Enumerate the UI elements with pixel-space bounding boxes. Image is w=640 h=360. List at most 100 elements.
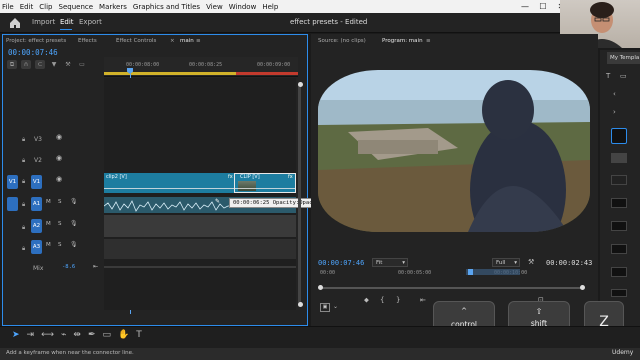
template-thumbnail[interactable] — [611, 175, 627, 185]
menu-view[interactable]: View — [206, 3, 223, 11]
opacity-rubberband[interactable] — [104, 188, 296, 189]
maximize-button[interactable]: ☐ — [534, 0, 552, 13]
zoom-handle-left[interactable] — [318, 285, 323, 290]
pen-tool-icon[interactable]: ✒ — [88, 330, 96, 340]
lock-icon[interactable]: 🔒︎ — [22, 201, 25, 209]
slip-tool-icon[interactable]: ⇹ — [73, 330, 81, 340]
tab-export[interactable]: Export — [79, 18, 102, 26]
track-select-icon[interactable]: ⇥ — [27, 330, 35, 340]
menu-window[interactable]: Window — [229, 3, 257, 11]
scroll-handle-bottom[interactable] — [298, 302, 303, 307]
chevron-down-icon: ▾ — [402, 260, 405, 266]
timeline-scrollbar[interactable] — [298, 82, 301, 307]
tab-project[interactable]: Project: effect presets — [6, 38, 66, 44]
go-to-in-icon[interactable]: ⇤ — [420, 296, 426, 304]
menu-sequence[interactable]: Sequence — [59, 3, 94, 11]
track-target-v1[interactable]: V1 — [31, 175, 42, 189]
mic-icon[interactable]: 🎙︎ — [70, 220, 78, 227]
ripple-edit-icon[interactable]: ⟷ — [41, 330, 54, 340]
menu-clip[interactable]: Clip — [39, 3, 52, 11]
settings-wrench-icon[interactable]: ⚒ — [528, 258, 534, 266]
menu-edit[interactable]: Edit — [20, 3, 34, 11]
linked-selection-icon[interactable]: ⊂ — [35, 60, 45, 69]
solo-button[interactable]: S — [58, 242, 62, 248]
selection-tool-icon[interactable]: ➤ — [12, 330, 20, 340]
my-templates-tab[interactable]: My Templa — [607, 52, 640, 64]
scroll-handle-top[interactable] — [298, 82, 303, 87]
menu-markers[interactable]: Markers — [99, 3, 127, 11]
home-icon[interactable] — [8, 16, 22, 30]
menu-graphics[interactable]: Graphics and Titles — [133, 3, 200, 11]
marker-icon[interactable]: ▼ — [49, 60, 59, 69]
tab-import[interactable]: Import — [32, 18, 55, 26]
eye-icon[interactable]: ◉ — [56, 154, 62, 162]
mark-in-icon[interactable]: { — [380, 296, 384, 304]
template-thumbnail[interactable] — [611, 289, 627, 297]
chevron-down-icon[interactable]: ⌄ — [333, 303, 338, 310]
quality-dropdown[interactable]: Full ▾ — [492, 258, 520, 267]
tab-main-sequence[interactable]: main — [180, 38, 194, 44]
close-tab-icon[interactable]: × — [170, 38, 175, 44]
source-patch-v1[interactable]: V1 — [7, 175, 18, 189]
mic-icon[interactable]: 🎙︎ — [70, 241, 78, 248]
lock-icon[interactable]: 🔒︎ — [22, 136, 25, 144]
razor-tool-icon[interactable]: ⌁ — [61, 330, 66, 340]
minimize-button[interactable]: — — [516, 0, 534, 13]
lock-icon[interactable]: 🔒︎ — [22, 157, 25, 165]
mark-out-icon[interactable]: } — [396, 296, 400, 304]
mute-button[interactable]: M — [46, 221, 51, 227]
tab-edit[interactable]: Edit — [60, 18, 74, 26]
mic-icon[interactable]: 🎙︎ — [70, 198, 78, 205]
program-timecode[interactable]: 00:00:07:46 — [318, 259, 364, 267]
source-patch-a1[interactable] — [7, 197, 18, 211]
wrench-icon[interactable]: ⚒ — [63, 60, 73, 69]
menu-file[interactable]: File — [2, 3, 14, 11]
template-thumbnail[interactable] — [611, 128, 627, 144]
lock-icon[interactable]: 🔒︎ — [22, 245, 25, 253]
rectangle-tool-icon[interactable]: ▭ — [620, 72, 627, 80]
track-target-a3[interactable]: A3 — [31, 240, 42, 254]
snap-icon[interactable]: ∩ — [21, 60, 31, 69]
solo-button[interactable]: S — [58, 221, 62, 227]
eye-icon[interactable]: ◉ — [56, 133, 62, 141]
chevron-right-icon[interactable]: › — [613, 108, 616, 116]
in-out-range[interactable] — [466, 269, 520, 275]
track-target-a1[interactable]: A1 — [31, 197, 42, 211]
template-thumbnail[interactable] — [611, 267, 627, 277]
template-thumbnail[interactable] — [611, 221, 627, 231]
template-thumbnail[interactable] — [611, 153, 627, 163]
mute-button[interactable]: M — [46, 242, 51, 248]
type-tool-icon[interactable]: T — [136, 330, 142, 340]
template-thumbnail[interactable] — [611, 198, 627, 208]
safe-margins-icon[interactable]: ▣ — [320, 303, 330, 312]
mix-value[interactable]: -8.6 — [62, 264, 75, 270]
track-target-a2[interactable]: A2 — [31, 219, 42, 233]
zoom-handle-right[interactable] — [580, 285, 585, 290]
tab-source[interactable]: Source: (no clips) — [318, 38, 366, 44]
template-thumbnail[interactable] — [611, 244, 627, 254]
add-marker-icon[interactable]: ⬥ — [364, 296, 369, 305]
timeline-timecode[interactable]: 00:00:07:46 — [8, 48, 58, 57]
program-playhead[interactable] — [468, 269, 473, 275]
tab-effect-controls[interactable]: Effect Controls — [116, 38, 156, 44]
menu-help[interactable]: Help — [262, 3, 278, 11]
fit-dropdown[interactable]: Fit ▾ — [372, 258, 408, 267]
panel-menu-icon[interactable]: ≡ — [426, 38, 431, 44]
eye-icon[interactable]: ◉ — [56, 175, 62, 183]
chevron-left-icon[interactable]: ‹ — [613, 90, 616, 98]
mute-button[interactable]: M — [46, 199, 51, 205]
panel-menu-icon[interactable]: ≡ — [196, 38, 201, 44]
nest-icon[interactable]: ⧉ — [7, 60, 17, 69]
program-video-frame[interactable] — [318, 70, 590, 232]
go-to-edit-icon[interactable]: ⇤ — [93, 263, 98, 270]
lock-icon[interactable]: 🔒︎ — [22, 178, 25, 186]
type-tool-icon[interactable]: T — [606, 72, 610, 80]
tab-effects[interactable]: Effects — [78, 38, 97, 44]
program-zoom-bar[interactable] — [320, 287, 582, 289]
hand-tool-icon[interactable]: ✋ — [118, 330, 129, 340]
rectangle-tool-icon[interactable]: ▭ — [103, 330, 112, 340]
lock-icon[interactable]: 🔒︎ — [22, 224, 25, 232]
solo-button[interactable]: S — [58, 199, 62, 205]
tab-program[interactable]: Program: main — [382, 38, 423, 44]
captions-icon[interactable]: ▭ — [77, 60, 87, 69]
